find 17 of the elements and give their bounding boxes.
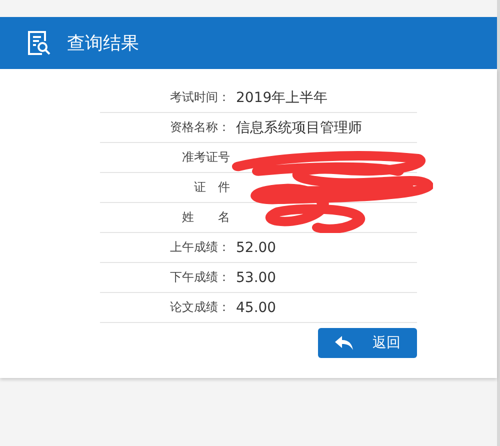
field-label: 准考证号 [181, 149, 230, 166]
field-label: 下午成绩： [169, 269, 230, 286]
field-value: 2019年上半年 [236, 88, 328, 106]
field-label: 资格名称： [169, 119, 230, 136]
search-document-icon [27, 30, 51, 56]
field-label: 考试时间： [169, 89, 230, 106]
field-value: 53.00 [236, 270, 276, 286]
field-label: 上午成绩： [169, 239, 230, 256]
field-label: 论文成绩： [169, 299, 230, 316]
header-title: 查询结果 [67, 32, 139, 55]
field-value: 52.00 [236, 240, 276, 256]
back-button[interactable]: 返回 [318, 328, 417, 358]
field-label: 证 件 [193, 179, 230, 196]
field-value: 45.00 [236, 300, 276, 316]
field-value: 信息系统项目管理师 [236, 118, 362, 136]
field-label: 姓 名 [181, 209, 230, 226]
reply-arrow-icon [334, 336, 352, 350]
